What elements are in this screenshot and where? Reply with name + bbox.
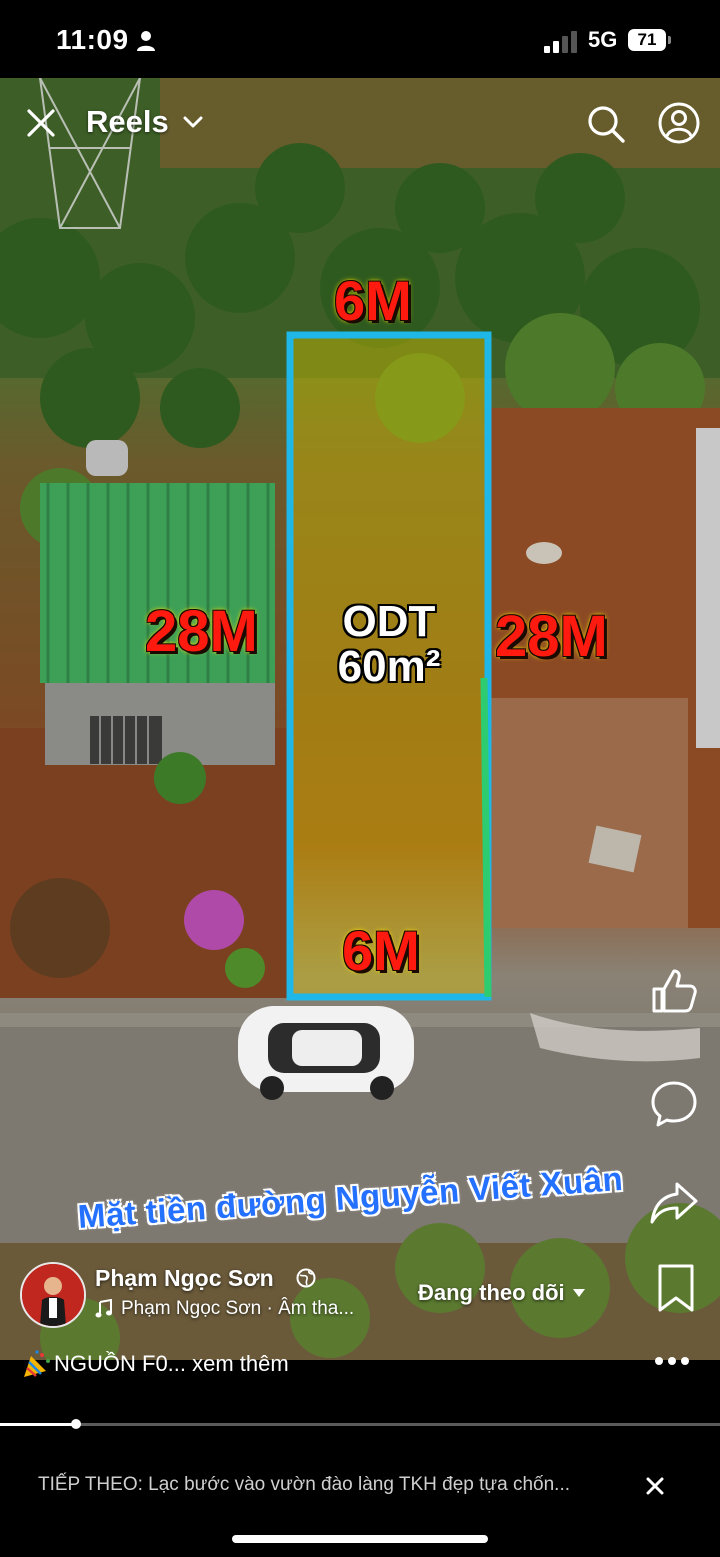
more-options-icon[interactable]: [654, 1354, 690, 1368]
network-label: 5G: [588, 27, 618, 52]
close-icon[interactable]: [26, 108, 56, 138]
status-time: 11:09: [56, 24, 129, 55]
music-icon: [95, 1299, 112, 1318]
plot-info-label: ODT 60m²: [318, 597, 460, 691]
author-name[interactable]: Phạm Ngọc Sơn: [95, 1265, 274, 1292]
length-right-label: 28M: [495, 604, 608, 669]
following-button[interactable]: Đang theo dõi: [418, 1280, 585, 1306]
reels-title[interactable]: Reels: [86, 104, 169, 140]
zoning-label: ODT: [342, 597, 436, 646]
close-icon[interactable]: [645, 1476, 665, 1496]
audio-label[interactable]: Phạm Ngọc Sơn · Âm tha...: [121, 1298, 354, 1320]
chevron-down-icon[interactable]: [182, 114, 204, 130]
caption-text[interactable]: NGUỒN F0... xem thêm: [54, 1351, 289, 1377]
signal-icon: [544, 31, 577, 53]
comment-icon[interactable]: [648, 1078, 700, 1130]
progress-track[interactable]: [0, 1423, 720, 1426]
following-label: Đang theo dõi: [418, 1280, 565, 1305]
share-icon[interactable]: [648, 1176, 700, 1228]
home-indicator[interactable]: [232, 1535, 488, 1543]
search-icon[interactable]: [586, 104, 626, 144]
battery-level: 71: [628, 29, 666, 51]
caption[interactable]: NGUỒN F0... xem thêm: [22, 1350, 289, 1378]
like-icon[interactable]: [648, 965, 700, 1017]
battery-icon: 71: [628, 29, 672, 53]
person-icon: [137, 31, 155, 51]
up-next-label[interactable]: TIẾP THEO: Lạc bước vào vườn đào làng TK…: [38, 1474, 570, 1496]
party-popper-icon: [24, 1350, 50, 1377]
progress-scrubber[interactable]: [70, 1419, 81, 1429]
width-bottom-label: 6M: [342, 919, 420, 982]
globe-icon: [296, 1268, 316, 1288]
length-left-label: 28M: [145, 599, 258, 664]
avatar[interactable]: [20, 1262, 86, 1328]
progress-fill: [0, 1423, 76, 1426]
video-player[interactable]: 6M 28M 28M 6M ODT 60m² Mặt tiền đường Ng…: [0, 78, 720, 1360]
bookmark-icon[interactable]: [650, 1262, 702, 1314]
chevron-down-icon: [572, 1289, 585, 1297]
area-label: 60m²: [337, 641, 441, 691]
width-top-label: 6M: [334, 269, 412, 332]
profile-icon[interactable]: [658, 102, 700, 144]
